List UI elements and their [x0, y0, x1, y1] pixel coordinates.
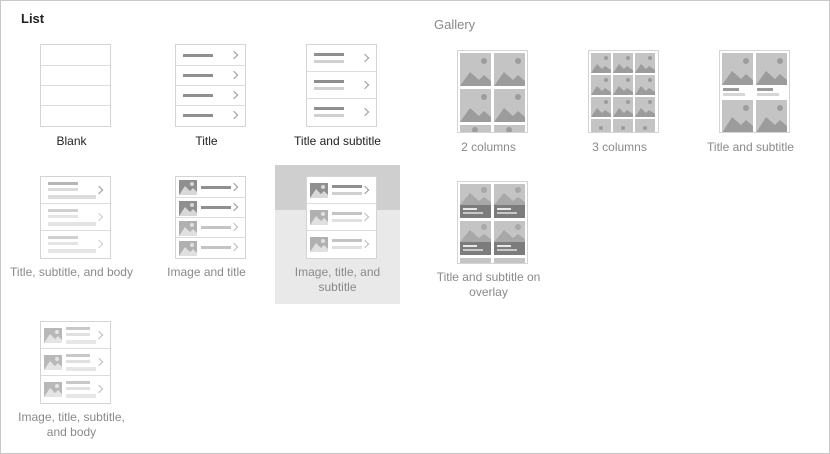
- layout-tile-image-title-subtitle[interactable]: Image, title, and subtitle: [275, 165, 400, 304]
- gallery-title-subtitle-thumbnail: [719, 50, 790, 133]
- layout-tile-title-subtitle-body[interactable]: Title, subtitle, and body: [9, 176, 134, 301]
- layout-tile-title[interactable]: Title: [144, 44, 269, 154]
- list-section-title: List: [21, 11, 45, 26]
- title-subtitle-layout-thumbnail: [306, 44, 377, 127]
- gallery-overlay-thumbnail: [457, 181, 528, 264]
- layout-label: Title, subtitle, and body: [10, 265, 133, 279]
- layout-label: Image, title, and subtitle: [294, 265, 381, 294]
- layout-label: 2 columns: [461, 140, 516, 154]
- layout-tile-gallery-title-and-subtitle[interactable]: Title and subtitle: [688, 50, 813, 160]
- layout-tile-gallery-2-columns[interactable]: 2 columns: [426, 50, 551, 160]
- image-title-subtitle-body-layout-thumbnail: [40, 321, 111, 404]
- title-layout-thumbnail: [175, 44, 246, 127]
- layout-label: Title: [195, 134, 218, 148]
- gallery-2-columns-thumbnail: [457, 50, 528, 133]
- image-title-layout-thumbnail: [175, 176, 246, 259]
- gallery-3-columns-thumbnail: [588, 50, 659, 133]
- layout-tile-gallery-3-columns[interactable]: 3 columns: [557, 50, 682, 160]
- layout-tile-title-and-subtitle[interactable]: Title and subtitle: [275, 44, 400, 154]
- layout-tile-blank[interactable]: Blank: [9, 44, 134, 154]
- layout-label: Title and subtitle on overlay: [436, 270, 541, 299]
- image-title-subtitle-layout-thumbnail: [306, 176, 377, 259]
- layout-label: Blank: [56, 134, 87, 148]
- layout-tile-image-title-subtitle-body[interactable]: Image, title, subtitle, and body: [9, 321, 134, 446]
- layout-label: Title and subtitle: [707, 140, 794, 154]
- layout-label: Image and title: [167, 265, 246, 279]
- layout-label: Title and subtitle: [294, 134, 381, 148]
- layout-tile-image-and-title[interactable]: Image and title: [144, 176, 269, 286]
- layout-tile-gallery-title-subtitle-overlay[interactable]: Title and subtitle on overlay: [426, 181, 551, 306]
- blank-layout-thumbnail: [40, 44, 111, 127]
- layout-label: Image, title, subtitle, and body: [18, 410, 125, 439]
- title-subtitle-body-layout-thumbnail: [40, 176, 111, 259]
- gallery-section-title: Gallery: [434, 17, 476, 32]
- layout-label: 3 columns: [592, 140, 647, 154]
